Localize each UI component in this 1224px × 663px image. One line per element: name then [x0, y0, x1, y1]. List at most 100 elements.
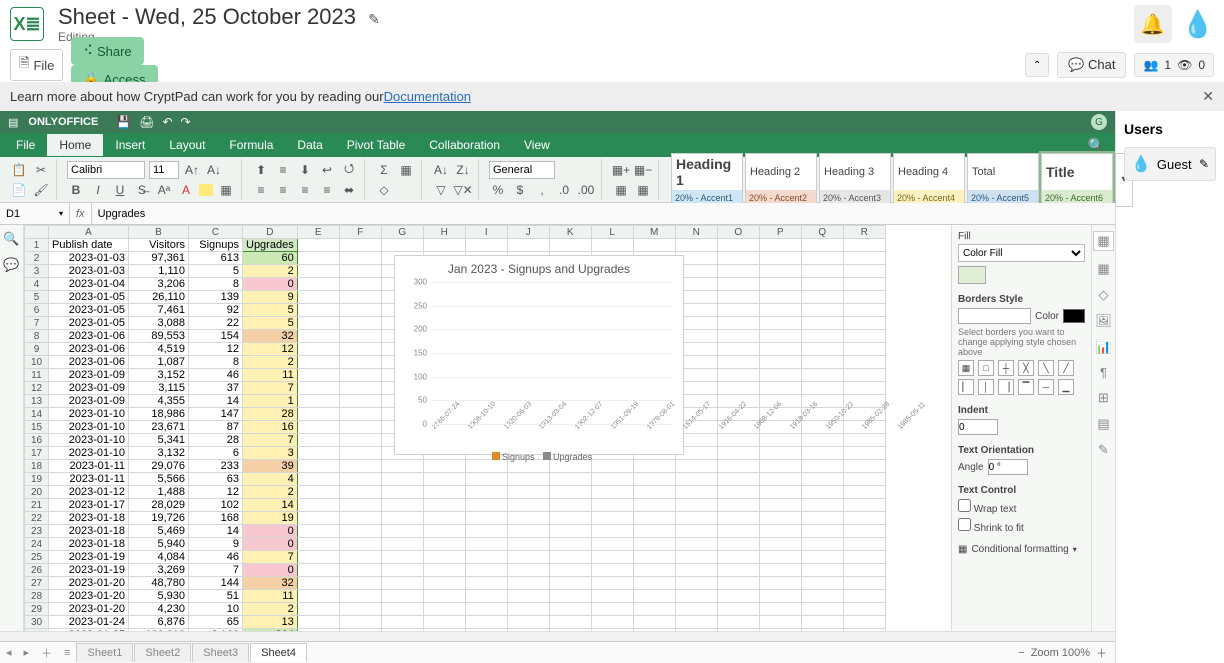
cell-L31[interactable] — [591, 629, 633, 632]
cell-A11[interactable]: 2023-01-09 — [49, 369, 129, 382]
cell-B3[interactable]: 1,110 — [129, 265, 189, 278]
row-header-5[interactable]: 5 — [25, 291, 49, 304]
fill-color-icon[interactable] — [199, 184, 213, 196]
cell-O3[interactable] — [717, 265, 759, 278]
cell-B5[interactable]: 26,110 — [129, 291, 189, 304]
cell-B24[interactable]: 5,940 — [129, 538, 189, 551]
cell-R25[interactable] — [843, 551, 885, 564]
cell-C31[interactable]: 2,168 — [189, 629, 243, 632]
ribbon-tab-layout[interactable]: Layout — [157, 134, 217, 156]
cell-A10[interactable]: 2023-01-06 — [49, 356, 129, 369]
cell-A5[interactable]: 2023-01-05 — [49, 291, 129, 304]
cell-Q12[interactable] — [801, 382, 843, 395]
paste-icon[interactable]: 📄 — [10, 181, 28, 199]
cell-A9[interactable]: 2023-01-06 — [49, 343, 129, 356]
cell-B19[interactable]: 5,566 — [129, 473, 189, 486]
ribbon-tab-insert[interactable]: Insert — [103, 134, 157, 156]
cell-C25[interactable]: 46 — [189, 551, 243, 564]
cell-B22[interactable]: 19,726 — [129, 512, 189, 525]
align-center-icon[interactable]: ≡ — [274, 181, 292, 199]
cell-L1[interactable] — [591, 239, 633, 252]
ribbon-tab-collaboration[interactable]: Collaboration — [417, 134, 512, 156]
row-header-13[interactable]: 13 — [25, 395, 49, 408]
cell-E24[interactable] — [297, 538, 339, 551]
cell-D28[interactable]: 11 — [243, 590, 298, 603]
cell-B15[interactable]: 23,671 — [129, 421, 189, 434]
edit-name-icon[interactable]: ✎ — [1199, 157, 1209, 171]
column-header-Q[interactable]: Q — [801, 226, 843, 239]
cell-M28[interactable] — [633, 590, 675, 603]
row-header-15[interactable]: 15 — [25, 421, 49, 434]
cell-A17[interactable]: 2023-01-10 — [49, 447, 129, 460]
cell-P21[interactable] — [759, 499, 801, 512]
cell-C24[interactable]: 9 — [189, 538, 243, 551]
notifications-button[interactable]: 🔔 — [1134, 5, 1172, 43]
cell-B18[interactable]: 29,076 — [129, 460, 189, 473]
cell-N24[interactable] — [675, 538, 717, 551]
select-all-corner[interactable] — [25, 226, 49, 239]
cell-A19[interactable]: 2023-01-11 — [49, 473, 129, 486]
share-button[interactable]: ⠪ Share — [71, 37, 143, 65]
cell-C7[interactable]: 22 — [189, 317, 243, 330]
cell-style-20-accent2[interactable]: Heading 220% - Accent2 — [745, 153, 817, 207]
row-header-30[interactable]: 30 — [25, 616, 49, 629]
cell-B28[interactable]: 5,930 — [129, 590, 189, 603]
cell-D25[interactable]: 7 — [243, 551, 298, 564]
add-sheet-icon[interactable]: ＋ — [35, 645, 58, 661]
column-header-D[interactable]: D — [243, 226, 298, 239]
cell-B4[interactable]: 3,206 — [129, 278, 189, 291]
zoom-label[interactable]: Zoom 100% — [1031, 647, 1090, 659]
cell-C26[interactable]: 7 — [189, 564, 243, 577]
paragraph-icon[interactable]: ¶ — [1100, 365, 1107, 380]
font-family-select[interactable] — [67, 161, 145, 179]
cell-R17[interactable] — [843, 447, 885, 460]
cell-F14[interactable] — [339, 408, 381, 421]
cell-F16[interactable] — [339, 434, 381, 447]
user-avatar[interactable]: G — [1091, 114, 1107, 130]
cell-F27[interactable] — [339, 577, 381, 590]
horizontal-scrollbar[interactable] — [0, 631, 1115, 641]
cell-I28[interactable] — [465, 590, 507, 603]
cell-J1[interactable] — [507, 239, 549, 252]
cell-D17[interactable]: 3 — [243, 447, 298, 460]
cell-F11[interactable] — [339, 369, 381, 382]
cell-K20[interactable] — [549, 486, 591, 499]
cell-I31[interactable] — [465, 629, 507, 632]
cell-A25[interactable]: 2023-01-19 — [49, 551, 129, 564]
cell-P6[interactable] — [759, 304, 801, 317]
guest-user-row[interactable]: 💧 Guest ✎ — [1124, 147, 1216, 181]
cell-F6[interactable] — [339, 304, 381, 317]
cell-P2[interactable] — [759, 252, 801, 265]
fill-type-select[interactable]: Color Fill — [958, 244, 1085, 262]
redo-icon[interactable]: ↷ — [181, 115, 191, 129]
cell-E29[interactable] — [297, 603, 339, 616]
cell-E17[interactable] — [297, 447, 339, 460]
cell-C27[interactable]: 144 — [189, 577, 243, 590]
cell-B30[interactable]: 6,876 — [129, 616, 189, 629]
cell-J19[interactable] — [507, 473, 549, 486]
cell-D26[interactable]: 0 — [243, 564, 298, 577]
column-header-O[interactable]: O — [717, 226, 759, 239]
cell-C29[interactable]: 10 — [189, 603, 243, 616]
ribbon-tab-view[interactable]: View — [512, 134, 562, 156]
user-count-indicator[interactable]: 👥1 👁0 — [1134, 53, 1214, 77]
cell-G27[interactable] — [381, 577, 423, 590]
cell-C22[interactable]: 168 — [189, 512, 243, 525]
row-header-2[interactable]: 2 — [25, 252, 49, 265]
cell-P30[interactable] — [759, 616, 801, 629]
cell-M31[interactable] — [633, 629, 675, 632]
row-header-27[interactable]: 27 — [25, 577, 49, 590]
column-header-B[interactable]: B — [129, 226, 189, 239]
percent-icon[interactable]: % — [489, 181, 507, 199]
border-diag2-icon[interactable]: ╱ — [1058, 360, 1074, 376]
cell-H24[interactable] — [423, 538, 465, 551]
cell-G22[interactable] — [381, 512, 423, 525]
cell-R10[interactable] — [843, 356, 885, 369]
cell-C23[interactable]: 14 — [189, 525, 243, 538]
cell-D18[interactable]: 39 — [243, 460, 298, 473]
cell-K29[interactable] — [549, 603, 591, 616]
row-header-28[interactable]: 28 — [25, 590, 49, 603]
zoom-out-icon[interactable]: − — [1018, 647, 1024, 659]
wrap-text-icon[interactable]: ↩ — [318, 161, 336, 179]
cell-A31[interactable]: 2023-01-25 — [49, 629, 129, 632]
